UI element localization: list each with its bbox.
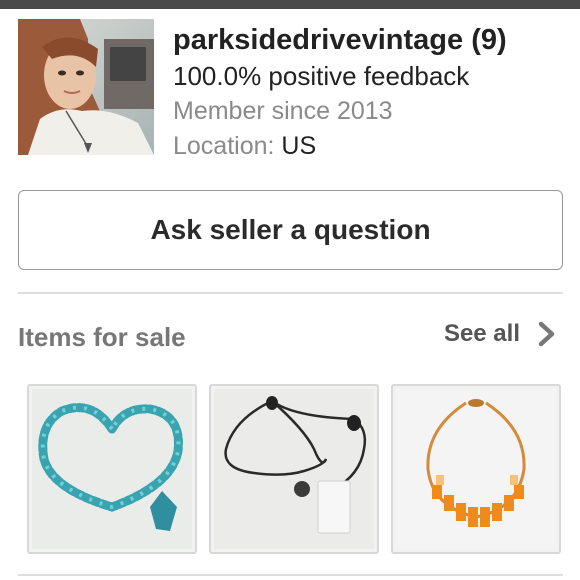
seller-feedback-score: (9) bbox=[471, 24, 507, 56]
avatar-photo-icon bbox=[18, 19, 154, 155]
see-all-link[interactable]: See all bbox=[444, 320, 558, 348]
divider bbox=[18, 292, 563, 294]
seller-username[interactable]: parksidedrivevintage bbox=[173, 24, 463, 56]
seller-location: Location: US bbox=[173, 129, 573, 164]
status-bar bbox=[0, 0, 580, 9]
chevron-right-icon bbox=[536, 320, 558, 348]
turquoise-heart-necklace-icon bbox=[32, 389, 192, 549]
member-since: Member since 2013 bbox=[173, 97, 393, 125]
items-for-sale-title: Items for sale bbox=[18, 322, 186, 352]
divider-bottom bbox=[18, 574, 563, 576]
seller-name-line[interactable]: parksidedrivevintage (9) bbox=[173, 22, 573, 58]
location-label: Location: bbox=[173, 132, 275, 160]
positive-feedback: 100.0% positive feedback bbox=[173, 61, 470, 91]
item-thumbnail-2[interactable] bbox=[209, 384, 379, 554]
item-thumbnail-3[interactable] bbox=[391, 384, 561, 554]
see-all-label: See all bbox=[443, 320, 520, 347]
item-thumbnail-1[interactable] bbox=[27, 384, 197, 554]
seller-profile: parksidedrivevintage (9) 100.0% positive… bbox=[173, 22, 573, 164]
location-value: US bbox=[281, 132, 317, 160]
ask-seller-question-button[interactable]: Ask seller a question bbox=[18, 190, 563, 270]
seller-avatar[interactable] bbox=[18, 19, 154, 155]
orange-bib-necklace-icon bbox=[396, 389, 556, 549]
black-beaded-necklace-icon bbox=[214, 389, 374, 549]
